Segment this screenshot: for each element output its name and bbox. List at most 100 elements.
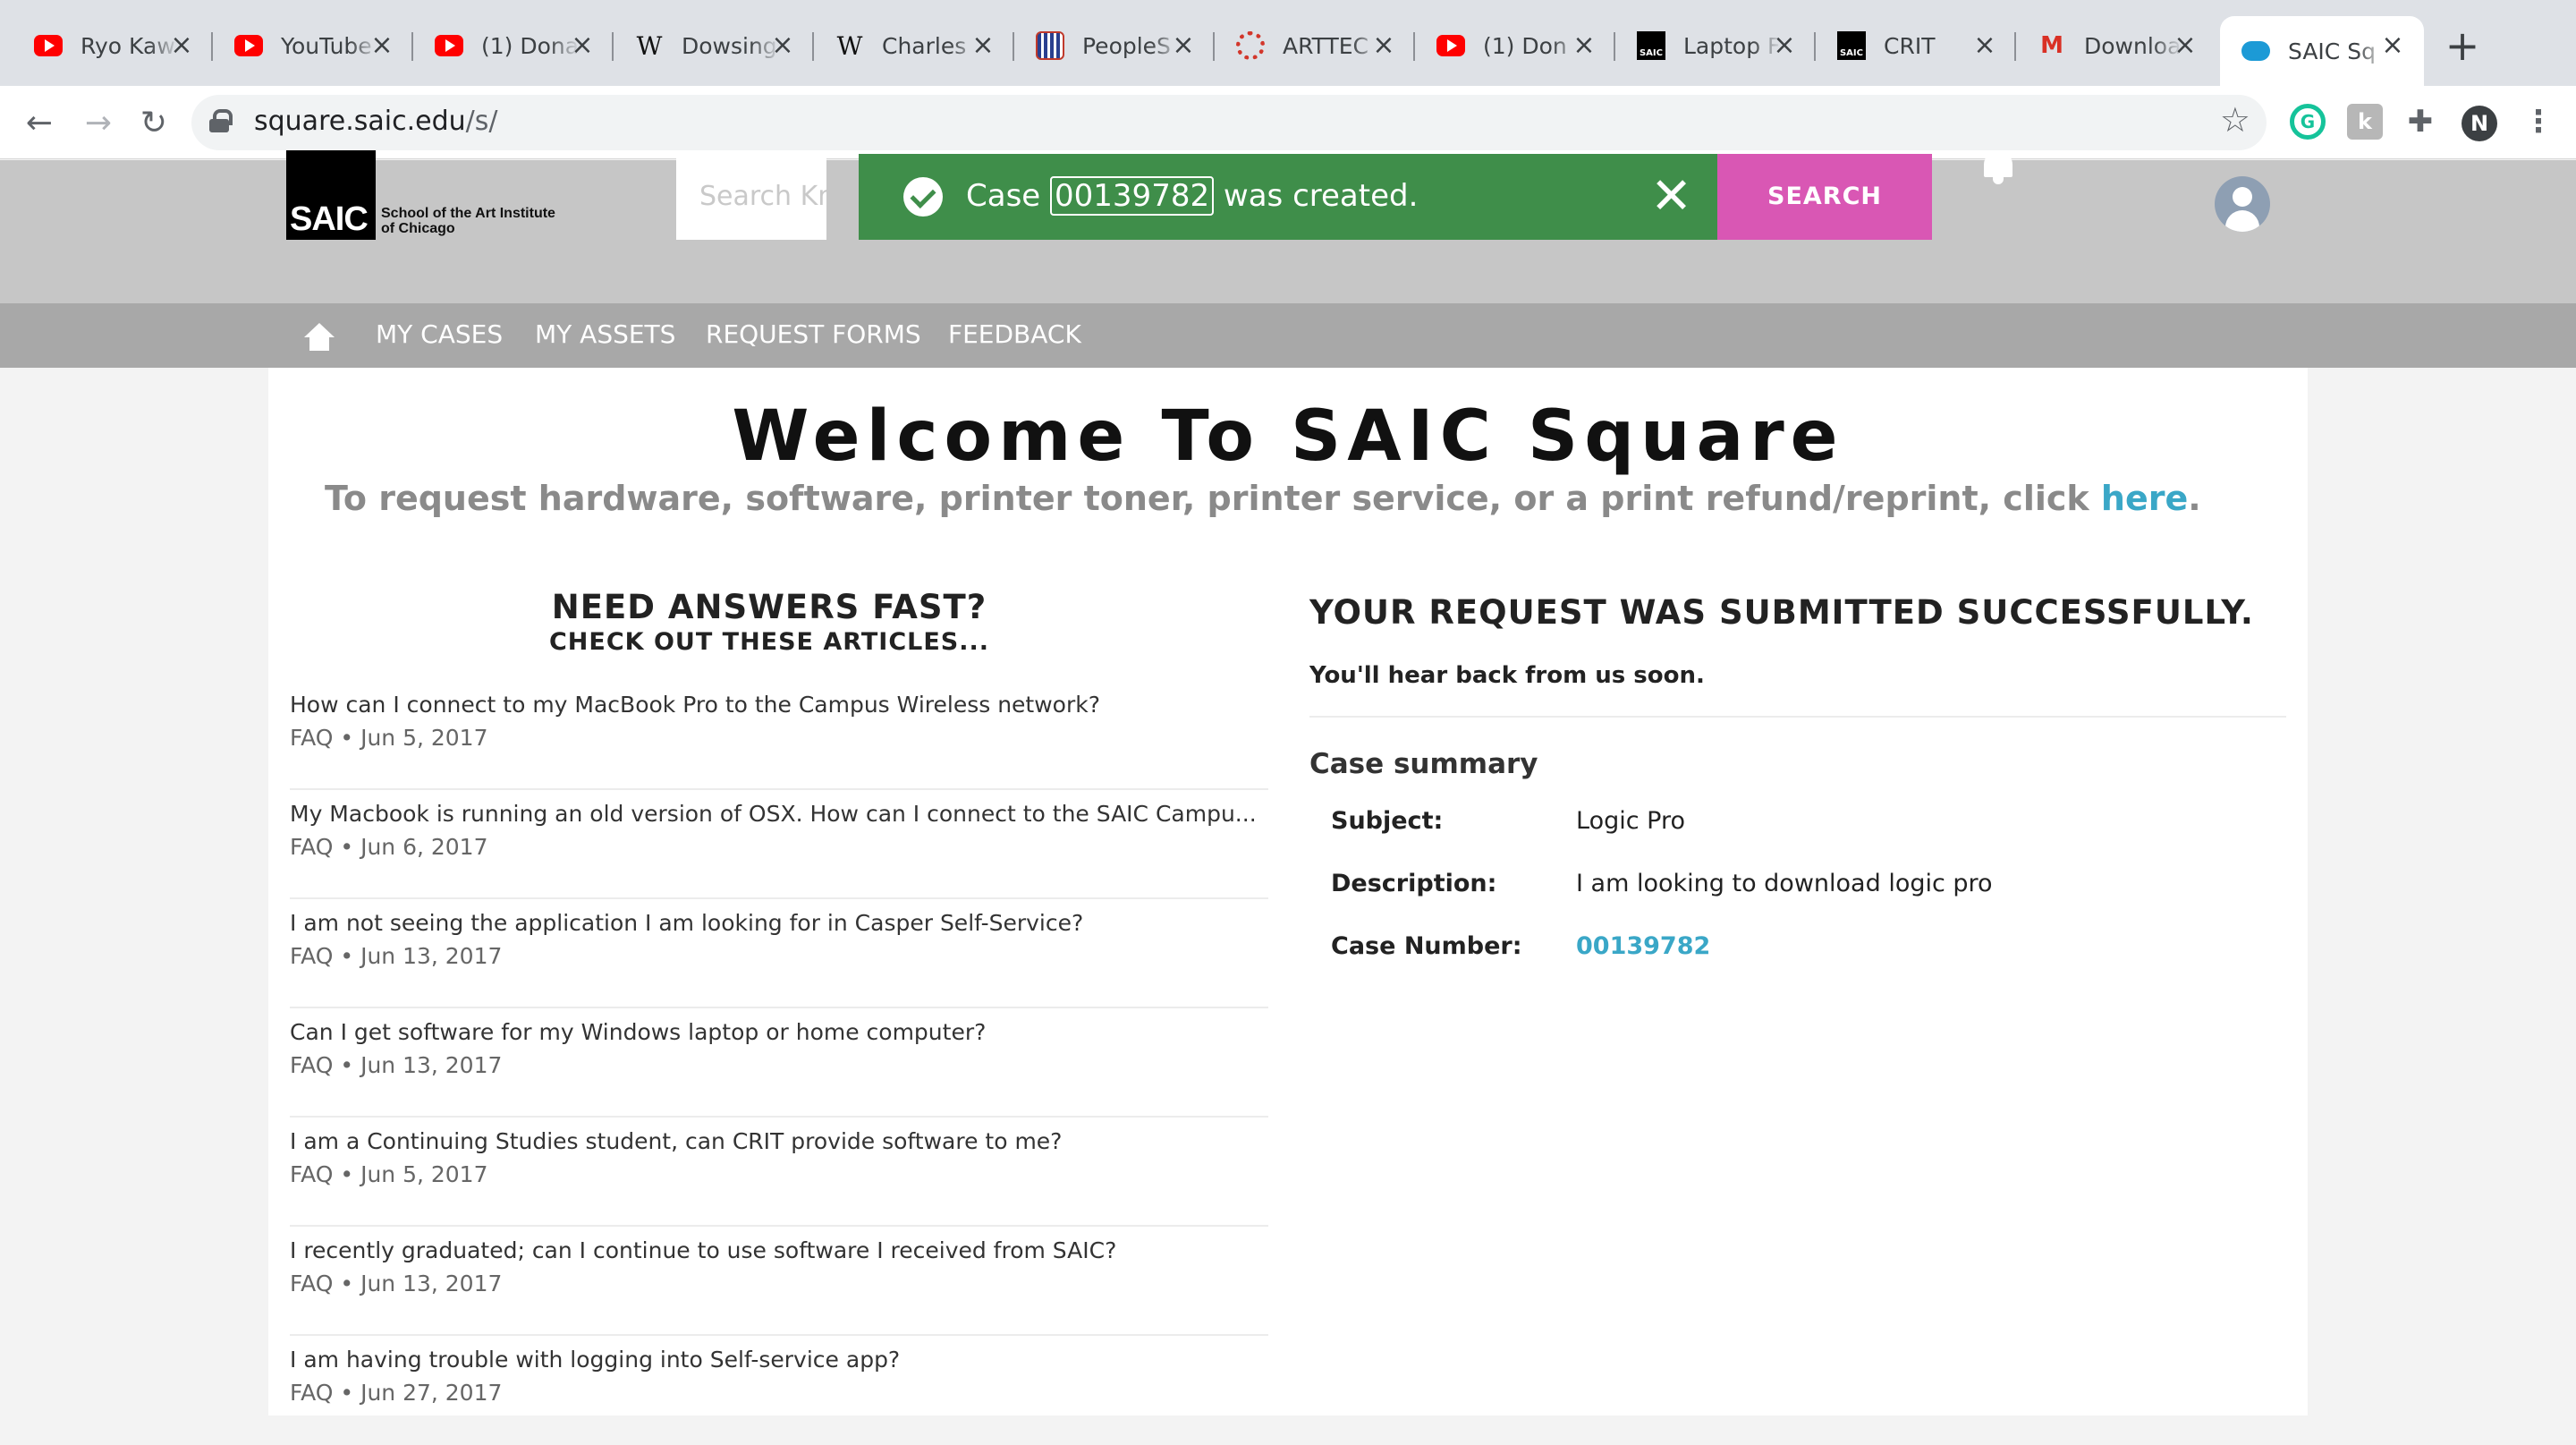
list-item[interactable]: I recently graduated; can I continue to … xyxy=(290,1227,1268,1336)
article-meta: FAQ • Jun 13, 2017 xyxy=(290,1271,503,1296)
saic-icon: SAIC xyxy=(1837,31,1866,60)
forward-arrow-icon[interactable]: → xyxy=(77,102,120,145)
browser-tab[interactable]: W Dowsing × xyxy=(614,16,814,75)
article-title[interactable]: I am not seeing the application I am loo… xyxy=(290,910,1268,936)
list-item[interactable]: I am not seeing the application I am loo… xyxy=(290,899,1268,1008)
nav-my-cases[interactable]: MY CASES xyxy=(376,319,503,349)
browser-menu-icon[interactable]: ⋮ xyxy=(2521,104,2556,140)
grammarly-icon[interactable]: G xyxy=(2290,104,2326,140)
faq-heading: NEED ANSWERS FAST? xyxy=(551,588,987,626)
article-meta: FAQ • Jun 5, 2017 xyxy=(290,725,488,751)
url-text: square.saic.edu/s/ xyxy=(254,106,498,137)
profile-avatar[interactable]: N xyxy=(2462,106,2497,141)
browser-tab[interactable]: W Charles × xyxy=(814,16,1014,75)
confirmation-message: You'll hear back from us soon. xyxy=(1309,662,1705,689)
tab-title: SAIC Sq xyxy=(2288,38,2376,64)
list-item[interactable]: I am a Continuing Studies student, can C… xyxy=(290,1118,1268,1227)
summary-row-case-number: Case Number: 00139782 xyxy=(1309,911,2286,973)
request-confirmation: YOUR REQUEST WAS SUBMITTED SUCCESSFULLY.… xyxy=(1309,593,2286,973)
close-tab-icon[interactable]: × xyxy=(367,30,397,61)
youtube-icon xyxy=(234,35,263,56)
browser-tab[interactable]: PeopleS × xyxy=(1014,16,1215,75)
saic-logo[interactable]: SAIC xyxy=(286,150,376,240)
user-avatar-icon[interactable] xyxy=(2215,176,2270,232)
main-nav: MY CASES MY ASSETS REQUEST FORMS FEEDBAC… xyxy=(0,303,2576,368)
article-meta: FAQ • Jun 5, 2017 xyxy=(290,1161,488,1187)
nav-my-assets[interactable]: MY ASSETS xyxy=(535,319,675,349)
close-tab-icon[interactable]: × xyxy=(1368,30,1399,61)
browser-tab[interactable]: ARTTEC × xyxy=(1215,16,1415,75)
browser-tab[interactable]: YouTube × xyxy=(213,16,413,75)
wikipedia-icon: W xyxy=(636,30,663,61)
close-tab-icon[interactable]: × xyxy=(2170,30,2200,61)
knowledge-search-input[interactable]: Search Knov xyxy=(676,154,826,240)
address-bar[interactable]: square.saic.edu/s/ ☆ xyxy=(191,95,2267,150)
logo-line-1: School of the Art Institute xyxy=(381,206,555,221)
close-tab-icon[interactable]: × xyxy=(1569,30,1599,61)
browser-tab[interactable]: Ryo Kaw × xyxy=(13,16,213,75)
subject-value: Logic Pro xyxy=(1576,807,1685,835)
browser-tab[interactable]: M Downloa × xyxy=(2016,16,2216,75)
tab-title: PeopleS xyxy=(1082,32,1171,59)
notification-bell-icon[interactable] xyxy=(1980,147,2016,186)
toast-prefix: Case xyxy=(966,178,1041,214)
faq-article-list: How can I connect to my MacBook Pro to t… xyxy=(290,681,1268,1445)
close-icon[interactable]: ✕ xyxy=(1650,170,1692,224)
article-title[interactable]: I am a Continuing Studies student, can C… xyxy=(290,1128,1268,1154)
toast-suffix: was created. xyxy=(1223,178,1419,214)
article-title[interactable]: I am having trouble with logging into Se… xyxy=(290,1347,1268,1373)
toast-message: Case 00139782 was created. xyxy=(966,174,1418,218)
case-number-link[interactable]: 00139782 xyxy=(1576,932,1710,960)
wikipedia-icon: W xyxy=(836,30,863,61)
divider xyxy=(1309,716,2286,718)
reload-icon[interactable]: ↻ xyxy=(132,102,175,145)
case-number-label: Case Number: xyxy=(1331,932,1522,960)
browser-tab[interactable]: (1) Dona × xyxy=(413,16,614,75)
tab-title: (1) Dona xyxy=(481,32,580,59)
search-button[interactable]: SEARCH xyxy=(1717,154,1932,240)
bookmark-star-icon[interactable]: ☆ xyxy=(2220,100,2250,140)
subtitle-period: . xyxy=(2188,479,2201,518)
close-tab-icon[interactable]: × xyxy=(166,30,197,61)
list-item[interactable]: How can I connect to my MacBook Pro to t… xyxy=(290,681,1268,790)
article-title[interactable]: My Macbook is running an old version of … xyxy=(290,801,1268,827)
article-title[interactable]: How can I connect to my MacBook Pro to t… xyxy=(290,692,1268,718)
close-tab-icon[interactable]: × xyxy=(767,30,798,61)
salesforce-cloud-icon xyxy=(2241,41,2270,61)
nav-feedback[interactable]: FEEDBACK xyxy=(948,319,1081,349)
browser-tab[interactable]: (1) Don × xyxy=(1415,16,1615,75)
list-item[interactable]: My Macbook is running an old version of … xyxy=(290,790,1268,899)
close-tab-icon[interactable]: × xyxy=(1168,30,1199,61)
youtube-icon xyxy=(34,35,63,56)
confirmation-heading: YOUR REQUEST WAS SUBMITTED SUCCESSFULLY. xyxy=(1309,593,2254,632)
list-item[interactable]: I am having trouble with logging into Se… xyxy=(290,1336,1268,1445)
article-title[interactable]: Can I get software for my Windows laptop… xyxy=(290,1019,1268,1045)
close-tab-icon[interactable]: × xyxy=(1970,30,2000,61)
tab-title: YouTube xyxy=(281,32,372,59)
nav-request-forms[interactable]: REQUEST FORMS xyxy=(706,319,921,349)
article-meta: FAQ • Jun 13, 2017 xyxy=(290,1052,503,1078)
article-title[interactable]: I recently graduated; can I continue to … xyxy=(290,1237,1268,1263)
youtube-icon xyxy=(435,35,463,56)
browser-tab-active[interactable]: SAIC Sq × xyxy=(2220,16,2424,86)
check-circle-icon xyxy=(903,177,943,217)
browser-tab[interactable]: SAIC Laptop F × xyxy=(1615,16,1816,75)
toast-case-number[interactable]: 00139782 xyxy=(1050,176,1215,216)
subtitle-text: To request hardware, software, printer t… xyxy=(325,479,2089,518)
lock-icon xyxy=(209,109,233,132)
extension-icon[interactable]: k xyxy=(2347,104,2383,140)
description-value: I am looking to download logic pro xyxy=(1576,870,1993,897)
tab-title: Dowsing xyxy=(682,32,777,59)
close-tab-icon[interactable]: × xyxy=(1769,30,1800,61)
back-arrow-icon[interactable]: ← xyxy=(18,102,61,145)
home-icon[interactable] xyxy=(304,323,335,352)
close-tab-icon[interactable]: × xyxy=(567,30,597,61)
list-item[interactable]: Can I get software for my Windows laptop… xyxy=(290,1008,1268,1118)
puzzle-piece-icon[interactable]: ✚ xyxy=(2402,104,2438,140)
close-tab-icon[interactable]: × xyxy=(2377,30,2408,61)
new-tab-button[interactable]: + xyxy=(2440,23,2485,68)
case-summary-heading: Case summary xyxy=(1309,748,1538,780)
request-here-link[interactable]: here xyxy=(2101,479,2188,518)
close-tab-icon[interactable]: × xyxy=(968,30,998,61)
browser-tab[interactable]: SAIC CRIT × xyxy=(1816,16,2016,75)
